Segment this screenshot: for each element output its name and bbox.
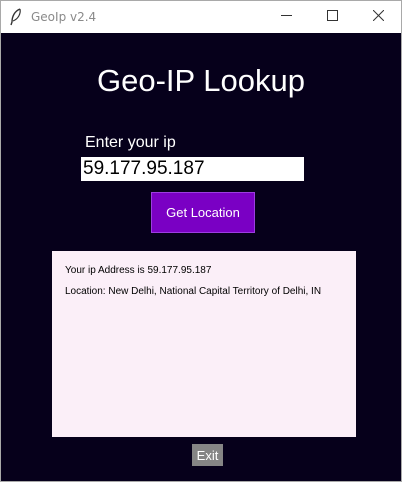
minimize-icon — [280, 8, 292, 26]
maximize-button[interactable] — [309, 1, 355, 33]
get-location-button[interactable]: Get Location — [151, 192, 255, 233]
page-title: Geo-IP Lookup — [97, 63, 305, 98]
close-button[interactable] — [355, 1, 401, 33]
feather-icon — [9, 8, 23, 26]
ip-label: Enter your ip — [85, 134, 176, 151]
maximize-icon — [326, 8, 338, 26]
app-window: GeoIp v2.4 Geo-IP Lookup Enter your ip G… — [0, 0, 402, 482]
result-panel: Your ip Address is 59.177.95.187 Locatio… — [52, 251, 356, 437]
title-bar[interactable]: GeoIp v2.4 — [1, 1, 401, 33]
client-area: Geo-IP Lookup Enter your ip Get Location… — [1, 33, 401, 481]
minimize-button[interactable] — [263, 1, 309, 33]
result-location-text: Location: New Delhi, National Capital Te… — [65, 286, 322, 297]
ip-input[interactable] — [81, 157, 304, 181]
result-ip-text: Your ip Address is 59.177.95.187 — [65, 265, 212, 276]
window-title: GeoIp v2.4 — [31, 10, 97, 24]
close-icon — [372, 8, 384, 26]
exit-button[interactable]: Exit — [192, 444, 223, 466]
